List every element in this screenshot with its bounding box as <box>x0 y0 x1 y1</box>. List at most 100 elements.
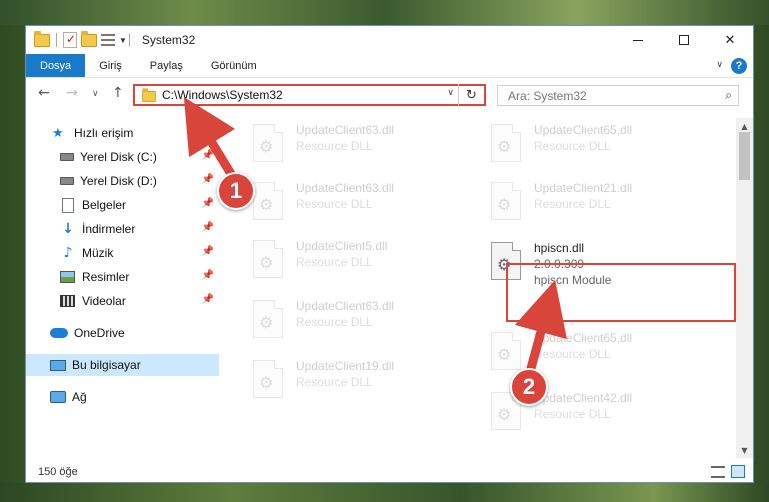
file-name: UpdateClient5.dll <box>296 239 388 253</box>
gear-icon: ⚙ <box>259 137 274 156</box>
sidebar-item-local-disk-d[interactable]: Yerel Disk (D:) 📌 <box>26 170 219 192</box>
forward-arrow-icon[interactable]: → <box>66 85 78 101</box>
close-button[interactable]: ✕ <box>707 26 753 54</box>
sidebar-item-pictures[interactable]: Resimler 📌 <box>26 266 219 288</box>
window-controls: ✕ <box>615 26 753 54</box>
tab-home[interactable]: Giriş <box>85 54 136 77</box>
computer-icon <box>50 359 66 371</box>
recent-locations-icon[interactable]: ∨ <box>92 89 99 99</box>
pin-icon[interactable]: 📌 <box>202 174 214 185</box>
expand-ribbon-icon[interactable]: ∨ <box>716 60 723 70</box>
sidebar-item-quick-access[interactable]: ★ Hızlı erişim <box>26 122 219 144</box>
scroll-down-icon[interactable]: ▼ <box>736 442 753 458</box>
scrollbar-thumb[interactable] <box>739 132 750 180</box>
sidebar-item-label: Resimler <box>82 270 130 284</box>
ribbon-tabs: Dosya Giriş Paylaş Görünüm ∨ ? <box>26 54 753 78</box>
sidebar-item-documents[interactable]: Belgeler 📌 <box>26 194 219 216</box>
minimize-button[interactable] <box>615 26 661 54</box>
file-name: UpdateClient63.dll <box>296 299 395 313</box>
sidebar-item-label: Belgeler <box>82 198 127 212</box>
customize-dropdown-icon[interactable]: ▼ <box>119 36 127 45</box>
file-item[interactable]: ⚙ UpdateClient21.dll Resource DLL <box>479 178 699 228</box>
gear-icon: ⚙ <box>259 253 274 272</box>
folder-icon <box>34 30 50 47</box>
sidebar-item-downloads[interactable]: ↓ İndirmeler 📌 <box>26 218 219 240</box>
desktop-background-bottom <box>0 483 769 502</box>
file-item[interactable]: ⚙ UpdateClient63.dll Resource DLL <box>241 120 461 170</box>
tab-share[interactable]: Paylaş <box>136 54 197 77</box>
drive-icon <box>60 153 74 161</box>
toolbar-separator <box>56 33 57 47</box>
status-bar: 150 öğe <box>26 461 753 482</box>
back-arrow-icon[interactable]: ← <box>38 85 50 101</box>
pin-icon[interactable]: 📌 <box>202 294 214 305</box>
item-count: 150 öğe <box>38 466 78 478</box>
file-type: Resource DLL <box>296 139 373 153</box>
desktop-background-top <box>0 0 769 25</box>
dll-file-icon: ⚙ <box>253 360 283 398</box>
minimize-icon <box>633 39 643 41</box>
file-type: Resource DLL <box>296 255 373 269</box>
address-path[interactable]: C:\Windows\System32 <box>162 88 283 102</box>
callout-badge-1: 1 <box>217 172 255 210</box>
file-type: Resource DLL <box>534 139 611 153</box>
file-name: UpdateClient19.dll <box>296 359 395 373</box>
tab-file[interactable]: Dosya <box>26 54 86 77</box>
file-type: Resource DLL <box>296 197 373 211</box>
window-title: System32 <box>141 33 196 47</box>
music-icon: ♪ <box>63 245 73 261</box>
file-item[interactable]: ⚙ UpdateClient19.dll Resource DLL <box>241 356 461 406</box>
explorer-window: ▼ System32 ✕ Dosya Giriş Paylaş Görünüm … <box>25 25 754 483</box>
sidebar-item-this-pc[interactable]: Bu bilgisayar <box>26 354 219 376</box>
sidebar-item-network[interactable]: Ağ <box>26 386 219 408</box>
pin-icon[interactable]: 📌 <box>202 198 214 209</box>
refresh-icon[interactable]: ↻ <box>458 84 484 106</box>
details-view-icon[interactable] <box>711 466 725 478</box>
tiles-view-icon[interactable] <box>731 465 745 478</box>
sidebar-item-label: Yerel Disk (D:) <box>80 174 157 188</box>
pictures-icon <box>60 271 75 283</box>
dll-file-icon: ⚙ <box>253 182 283 220</box>
search-placeholder: Ara: System32 <box>508 88 587 103</box>
properties-check-icon[interactable] <box>63 32 77 48</box>
gear-icon: ⚙ <box>497 345 512 364</box>
file-item[interactable]: ⚙ UpdateClient65.dll Resource DLL <box>479 120 699 170</box>
maximize-button[interactable] <box>661 26 707 54</box>
file-type: Resource DLL <box>534 347 611 361</box>
tab-view[interactable]: Görünüm <box>197 54 271 77</box>
sidebar-item-onedrive[interactable]: OneDrive <box>26 322 219 344</box>
star-icon: ★ <box>52 125 64 141</box>
sidebar-item-label: Yerel Disk (C:) <box>80 150 157 164</box>
navigation-bar: ← → ∨ ↑ C:\Windows\System32 ∨ ↻ Ara: Sys… <box>26 82 753 108</box>
search-input[interactable]: Ara: System32 ⌕ <box>497 85 739 106</box>
file-name: hpiscn.dll <box>534 241 585 255</box>
sidebar-item-label: Ağ <box>72 390 87 404</box>
file-name: UpdateClient63.dll <box>296 181 395 195</box>
address-dropdown-icon[interactable]: ∨ <box>447 88 454 98</box>
new-folder-icon[interactable] <box>81 30 97 47</box>
up-arrow-icon[interactable]: ↑ <box>112 85 124 101</box>
pin-icon[interactable]: 📌 <box>202 270 214 281</box>
file-item[interactable]: ⚙ UpdateClient63.dll Resource DLL <box>241 178 461 228</box>
vertical-scrollbar[interactable]: ▲ ▼ <box>736 118 753 458</box>
sidebar-item-label: Müzik <box>82 246 114 260</box>
file-item[interactable]: ⚙ UpdateClient65.dll Resource DLL <box>479 328 699 378</box>
pin-icon[interactable]: 📌 <box>202 222 214 233</box>
list-properties-icon[interactable] <box>101 34 115 46</box>
search-icon[interactable]: ⌕ <box>725 88 732 103</box>
sidebar-item-music[interactable]: ♪ Müzik 📌 <box>26 242 219 264</box>
file-item[interactable]: ⚙ UpdateClient63.dll Resource DLL <box>241 296 461 346</box>
sidebar-item-videos[interactable]: Videolar 📌 <box>26 290 219 312</box>
sidebar-item-label: Videolar <box>82 294 126 308</box>
pin-icon[interactable]: 📌 <box>202 150 214 161</box>
file-item[interactable]: ⚙ UpdateClient5.dll Resource DLL <box>241 236 461 286</box>
sidebar-item-local-disk-c[interactable]: Yerel Disk (C:) 📌 <box>26 146 219 168</box>
address-folder-icon <box>142 88 156 103</box>
maximize-icon <box>679 35 689 45</box>
address-bar[interactable]: C:\Windows\System32 ∨ ↻ <box>133 84 486 106</box>
pin-icon[interactable]: 📌 <box>202 246 214 257</box>
file-type: Resource DLL <box>296 315 373 329</box>
gear-icon: ⚙ <box>497 195 512 214</box>
dll-file-icon: ⚙ <box>491 182 521 220</box>
help-icon[interactable]: ? <box>731 58 747 74</box>
